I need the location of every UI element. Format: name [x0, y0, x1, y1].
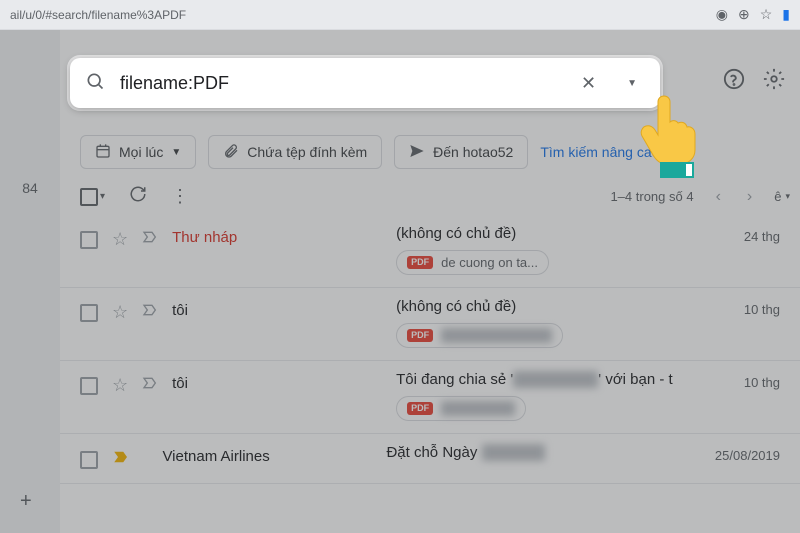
chevron-down-icon: ▼: [171, 147, 181, 158]
eye-icon[interactable]: ◉: [716, 6, 728, 23]
row-date: 10 thg: [690, 371, 780, 390]
sender: tôi: [172, 371, 382, 392]
importance-icon[interactable]: [142, 375, 158, 396]
row-checkbox[interactable]: [80, 451, 98, 469]
attachment-pill[interactable]: PDF de cuong on ta...: [396, 250, 549, 275]
chip-time[interactable]: Mọi lúc ▼: [80, 135, 196, 169]
chip-attachment-label: Chứa tệp đính kèm: [247, 144, 367, 160]
pdf-badge-icon: PDF: [407, 329, 433, 342]
search-clear-icon[interactable]: ✕: [573, 73, 604, 94]
filter-chips-row: Mọi lúc ▼ Chứa tệp đính kèm Đến hotao52 …: [80, 135, 800, 169]
row-checkbox[interactable]: [80, 377, 98, 395]
chip-to[interactable]: Đến hotao52: [394, 135, 528, 169]
row-checkbox[interactable]: [80, 231, 98, 249]
chip-time-label: Mọi lúc: [119, 144, 163, 160]
list-toolbar: ▾ ⋮ 1–4 trong số 4 ‹ › ê▾: [80, 185, 790, 208]
input-lang[interactable]: ê▾: [774, 189, 790, 204]
attachment-icon: [223, 143, 239, 162]
subject: Tôi đang chia sẻ '████████' với bạn - t: [396, 371, 676, 388]
subject: Đặt chỗ Ngày ██████: [386, 444, 676, 461]
send-icon: [409, 143, 425, 162]
search-icon: [85, 71, 105, 96]
star-icon[interactable]: [112, 448, 130, 471]
star-icon[interactable]: ☆: [112, 302, 128, 323]
pdf-badge-icon: PDF: [407, 256, 433, 269]
page-next-icon[interactable]: ›: [743, 188, 756, 206]
attachment-pill[interactable]: PDF ████████████: [396, 323, 563, 348]
page-prev-icon[interactable]: ‹: [712, 188, 725, 206]
row-date: 24 thg: [690, 225, 780, 244]
sender: Thư nháp: [172, 225, 382, 246]
email-row[interactable]: ☆ tôi Tôi đang chia sẻ '████████' với bạ…: [60, 361, 800, 434]
search-options-dropdown-icon[interactable]: ▼: [619, 78, 645, 89]
pagination-text: 1–4 trong số 4: [610, 189, 693, 204]
calendar-icon: [95, 143, 111, 162]
attachment-name: ████████: [441, 401, 515, 416]
email-row[interactable]: ☆ tôi (không có chủ đề) PDF ████████████…: [60, 288, 800, 361]
advanced-search-link[interactable]: Tìm kiếm nâng cao: [540, 144, 659, 160]
row-date: 10 thg: [690, 298, 780, 317]
row-date: 25/08/2019: [690, 444, 780, 463]
url-path: ail/u/0/#search/filename%3APDF: [10, 8, 716, 22]
search-input[interactable]: [120, 73, 558, 94]
importance-icon[interactable]: [142, 229, 158, 250]
browser-url-bar: ail/u/0/#search/filename%3APDF ◉ ⊕ ☆ ▮: [0, 0, 800, 30]
browser-url-icons: ◉ ⊕ ☆ ▮: [716, 6, 790, 23]
email-list: ☆ Thư nháp (không có chủ đề) PDF de cuon…: [60, 215, 800, 533]
star-icon[interactable]: ☆: [760, 6, 773, 23]
attachment-name: ████████████: [441, 328, 552, 343]
main-content: ✕ ▼ Mọi lúc ▼ Chứa tệp đính kèm: [60, 30, 800, 533]
chip-attachment[interactable]: Chứa tệp đính kèm: [208, 135, 382, 169]
chip-to-label: Đến hotao52: [433, 144, 513, 160]
row-checkbox[interactable]: [80, 304, 98, 322]
extension-icon[interactable]: ▮: [782, 6, 790, 23]
more-icon[interactable]: ⋮: [171, 186, 189, 207]
left-sidebar: 84 +: [0, 30, 60, 533]
select-all-checkbox[interactable]: ▾: [80, 188, 105, 206]
sidebar-count: 84: [0, 180, 60, 196]
attachment-name: de cuong on ta...: [441, 255, 538, 270]
star-icon[interactable]: ☆: [112, 229, 128, 250]
subject: (không có chủ đề): [396, 225, 676, 242]
search-small-icon[interactable]: ⊕: [738, 6, 750, 23]
star-icon[interactable]: ☆: [112, 375, 128, 396]
pdf-badge-icon: PDF: [407, 402, 433, 415]
sender: tôi: [172, 298, 382, 319]
refresh-icon[interactable]: [129, 185, 147, 208]
search-box[interactable]: ✕ ▼: [70, 58, 660, 108]
email-row[interactable]: ☆ Thư nháp (không có chủ đề) PDF de cuon…: [60, 215, 800, 288]
compose-button[interactable]: +: [20, 490, 32, 513]
sender: Vietnam Airlines: [162, 444, 372, 465]
attachment-pill[interactable]: PDF ████████: [396, 396, 526, 421]
email-row[interactable]: . Vietnam Airlines Đặt chỗ Ngày ██████ 2…: [60, 434, 800, 484]
subject: (không có chủ đề): [396, 298, 676, 315]
importance-icon[interactable]: [142, 302, 158, 323]
